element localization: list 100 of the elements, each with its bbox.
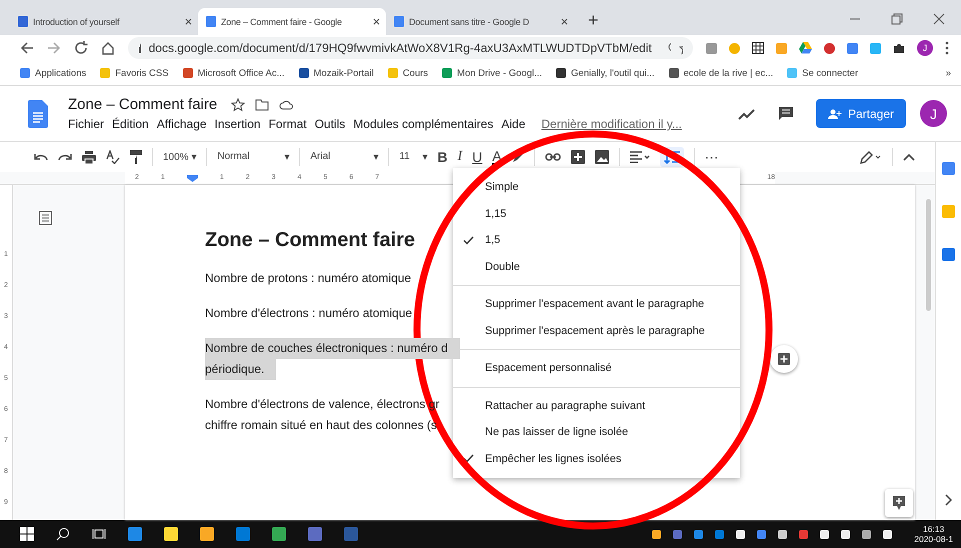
more-bookmarks-button[interactable]: » bbox=[946, 68, 951, 78]
back-icon[interactable] bbox=[20, 41, 34, 55]
comment-icon[interactable] bbox=[778, 106, 794, 122]
image-icon[interactable] bbox=[594, 150, 609, 164]
highlighter-icon[interactable] bbox=[512, 151, 524, 163]
reload-icon[interactable] bbox=[74, 41, 88, 55]
restore-icon[interactable] bbox=[891, 13, 903, 25]
menu-item[interactable]: Aide bbox=[501, 117, 526, 131]
extension-icon[interactable] bbox=[824, 42, 835, 54]
print-icon[interactable] bbox=[82, 150, 96, 164]
zoom-dropdown[interactable]: 100% ▾ bbox=[163, 151, 196, 163]
tray-icon[interactable] bbox=[820, 530, 830, 538]
profile-avatar[interactable]: J bbox=[920, 100, 947, 127]
bookmark[interactable]: Applications bbox=[20, 68, 86, 78]
browser-tab[interactable]: Introduction of yourself × bbox=[10, 8, 198, 35]
search-icon[interactable] bbox=[56, 527, 70, 541]
line-spacing-icon bbox=[664, 150, 680, 164]
explore-button[interactable] bbox=[885, 489, 913, 517]
close-icon[interactable]: × bbox=[184, 14, 192, 29]
menu-option[interactable]: Rattacher au paragraphe suivant bbox=[453, 392, 740, 419]
document-icon bbox=[394, 16, 404, 27]
tray-icon[interactable] bbox=[862, 530, 872, 538]
document-title[interactable]: Zone – Comment faire bbox=[68, 96, 218, 113]
menu-option[interactable]: Supprimer l'espacement avant le paragraphe bbox=[453, 291, 740, 318]
bookmark[interactable]: Mon Drive - Googl... bbox=[442, 68, 542, 78]
add-comment-button[interactable] bbox=[770, 345, 798, 373]
bookmark[interactable]: Genially, l'outil qui... bbox=[556, 68, 655, 78]
document-icon[interactable] bbox=[28, 100, 48, 128]
bookmark[interactable]: Cours bbox=[388, 68, 428, 78]
menu-item[interactable]: Insertion bbox=[214, 117, 261, 131]
add-comment-icon[interactable] bbox=[570, 150, 585, 164]
puzzle-icon[interactable] bbox=[893, 42, 905, 54]
menu-option[interactable]: 1,15 bbox=[453, 200, 740, 227]
spellcheck-icon[interactable] bbox=[106, 150, 120, 164]
tray-icon[interactable] bbox=[652, 530, 662, 538]
tray-icon[interactable] bbox=[778, 530, 788, 538]
bookmark[interactable]: Se connecter bbox=[787, 68, 858, 78]
pencil-icon[interactable] bbox=[860, 150, 882, 164]
menu-option[interactable]: Ne pas laisser de ligne isolée bbox=[453, 419, 740, 446]
profile-avatar[interactable]: J bbox=[917, 40, 933, 56]
more-icon[interactable] bbox=[945, 41, 949, 55]
menu-option[interactable]: Empêcher les lignes isolées bbox=[453, 446, 740, 472]
menu-item[interactable]: Format bbox=[268, 117, 307, 131]
font-size-dropdown[interactable]: 11 ▾ bbox=[399, 151, 428, 163]
paragraph-line: chiffre romain situé en haut des colonnes (s bbox=[205, 417, 438, 434]
menu-item[interactable]: Fichier bbox=[68, 117, 104, 131]
menu-option[interactable]: Double bbox=[453, 254, 740, 280]
trend-icon[interactable] bbox=[738, 108, 756, 120]
explore-icon bbox=[893, 496, 905, 510]
more-button[interactable]: ⋯ bbox=[704, 149, 719, 165]
menu-option[interactable]: 1,5 bbox=[453, 227, 740, 254]
cloud-icon[interactable] bbox=[279, 98, 294, 110]
paragraph-line: Nombre d'électrons : numéro atomique bbox=[205, 305, 414, 322]
bold-button[interactable]: B bbox=[437, 149, 448, 165]
collapse-icon[interactable] bbox=[903, 153, 915, 161]
close-icon[interactable]: × bbox=[560, 14, 568, 29]
redo-icon[interactable] bbox=[58, 152, 72, 162]
close-icon[interactable] bbox=[933, 13, 945, 25]
close-icon[interactable]: × bbox=[372, 14, 380, 29]
indent-marker-icon[interactable] bbox=[186, 174, 198, 182]
home-icon[interactable] bbox=[101, 41, 115, 55]
share-button[interactable]: Partager bbox=[816, 99, 906, 128]
tray-icon[interactable] bbox=[736, 530, 746, 538]
font-dropdown[interactable]: Arial ▾ bbox=[310, 151, 378, 163]
menu-item[interactable]: Affichage bbox=[156, 117, 207, 131]
bookmark[interactable]: ecole de la rive | ec... bbox=[668, 68, 774, 78]
underline-button[interactable]: U bbox=[472, 149, 482, 165]
tray-icon[interactable] bbox=[883, 530, 892, 538]
menu-item[interactable]: Édition bbox=[112, 117, 149, 131]
menu-item[interactable]: Outils bbox=[314, 117, 346, 131]
bookmark[interactable]: Mozaik-Portail bbox=[298, 68, 374, 78]
extension-icon[interactable] bbox=[706, 42, 717, 54]
align-left-icon[interactable] bbox=[630, 151, 650, 163]
paragraph-line: Nombre de protons : numéro atomique bbox=[205, 270, 412, 287]
style-dropdown[interactable]: Normal ▾ bbox=[217, 151, 290, 163]
last-edit-link[interactable]: Dernière modification il y... bbox=[541, 117, 682, 131]
menu-option[interactable]: Simple bbox=[453, 174, 740, 200]
browser-tab[interactable]: Document sans titre - Google D × bbox=[386, 8, 574, 35]
extension-icon[interactable] bbox=[847, 42, 858, 54]
task-view-icon[interactable] bbox=[92, 528, 106, 540]
undo-icon[interactable] bbox=[34, 152, 48, 162]
folder-icon[interactable] bbox=[255, 98, 270, 110]
windows-start-icon[interactable] bbox=[20, 527, 34, 541]
bookmark[interactable]: Favoris CSS bbox=[100, 68, 169, 78]
new-tab-button[interactable]: + bbox=[588, 10, 599, 31]
chevron-right-icon[interactable] bbox=[945, 494, 952, 506]
browser-tab[interactable]: Zone – Comment faire - Google × bbox=[198, 8, 386, 35]
paint-format-icon[interactable] bbox=[130, 150, 142, 164]
document-icon bbox=[18, 16, 28, 27]
drive-icon[interactable] bbox=[799, 42, 812, 54]
italic-button[interactable]: I bbox=[457, 149, 462, 165]
tray-icon[interactable] bbox=[841, 530, 850, 538]
menu-item[interactable]: Modules complémentaires bbox=[353, 117, 494, 131]
outline-icon[interactable] bbox=[39, 211, 52, 225]
link-icon[interactable] bbox=[544, 153, 561, 161]
address-field[interactable]: docs.google.com/document/d/179HQ9fwvmivkAtWoX8V1Rg-4axU3AxMTLWUDTDpVTbM/edit bbox=[128, 37, 693, 59]
add-comment-icon bbox=[778, 353, 790, 365]
grid-icon[interactable] bbox=[752, 42, 764, 54]
scrollbar[interactable] bbox=[926, 199, 931, 311]
bookmark[interactable]: Microsoft Office Ac... bbox=[182, 68, 284, 78]
